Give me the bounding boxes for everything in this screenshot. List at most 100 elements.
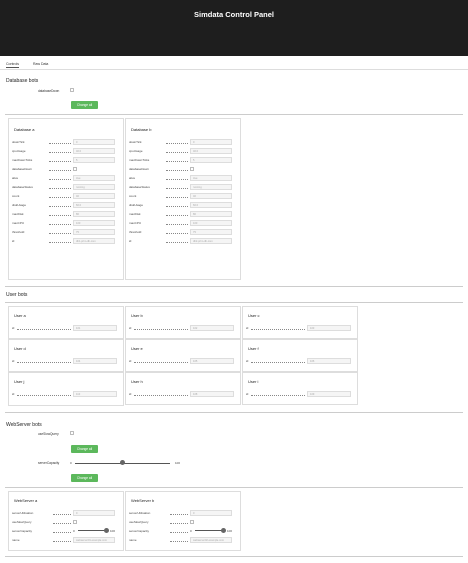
field-leader (134, 394, 188, 396)
field-leader (166, 178, 188, 180)
user-id-value[interactable]: 109 (307, 390, 351, 397)
field-leader (170, 540, 188, 542)
server-utilisation-value[interactable]: 0 (73, 509, 115, 516)
database-change-all-button[interactable]: Change all (71, 101, 98, 109)
user-field-row: id 101 (9, 324, 123, 332)
user-card: User i id 109 (242, 372, 358, 405)
field-value[interactable]: 60.0 (190, 201, 232, 208)
user-field-row: id 102 (126, 324, 240, 332)
server-capacity-slider[interactable] (78, 527, 109, 534)
database-field-row: databaseStatus running (126, 183, 240, 191)
field-value[interactable]: running (190, 183, 232, 190)
database-down-checkbox[interactable] (73, 166, 77, 171)
field-leader (166, 205, 188, 207)
use-slow-query-checkbox[interactable] (190, 519, 194, 524)
server-capacity-slider[interactable] (195, 527, 226, 534)
field-leader (49, 187, 71, 189)
field-value[interactable]: 40 (190, 192, 232, 199)
field-label: threshold (12, 229, 25, 234)
field-value[interactable]: running (73, 183, 115, 190)
capacity-max: 100 (227, 528, 233, 533)
field-value[interactable]: 0 (73, 138, 115, 145)
server-name-value[interactable]: webserver01.example.com (73, 536, 115, 543)
user-card-title: User d (14, 346, 26, 351)
field-value[interactable]: true (73, 174, 115, 181)
tab-raw-data[interactable]: Raw Data (33, 62, 48, 66)
user-id-value[interactable]: 103 (307, 324, 351, 331)
field-value[interactable]: 40.0 (73, 147, 115, 154)
field-value[interactable]: 0 (190, 138, 232, 145)
user-id-value[interactable]: 102 (190, 324, 234, 331)
field-value[interactable]: 80 (73, 210, 115, 217)
field-value[interactable]: 40 (73, 192, 115, 199)
webserver-field-row: name webserver01.example.com (9, 536, 123, 544)
field-value[interactable]: 75 (190, 228, 232, 235)
field-leader (53, 540, 71, 542)
field-label: maxDownTicks (129, 157, 150, 162)
field-value[interactable]: 100 (190, 219, 232, 226)
field-label: name (129, 537, 137, 542)
field-value[interactable]: db1-prim-db-com (73, 237, 115, 244)
field-label: id (129, 325, 132, 330)
user-card-title: User h (131, 379, 143, 384)
field-value[interactable]: 100 (73, 219, 115, 226)
capacity-max: 100 (110, 528, 116, 533)
user-id-value[interactable]: 110 (73, 390, 117, 397)
field-leader (49, 151, 71, 153)
database-down-all-checkbox[interactable] (70, 88, 74, 92)
field-leader (251, 394, 305, 396)
field-value[interactable]: 5 (190, 156, 232, 163)
field-leader (49, 178, 71, 180)
user-id-value[interactable]: 108 (190, 390, 234, 397)
user-card-title: User c (248, 313, 260, 318)
database-divider (5, 114, 463, 115)
field-value[interactable]: true (190, 174, 232, 181)
user-card: User e id 105 (125, 339, 241, 372)
app-header: Simdata Control Panel (0, 0, 468, 56)
field-label: id (12, 358, 15, 363)
field-value[interactable]: 75 (73, 228, 115, 235)
webserver-change-all-button-2[interactable]: Change all (71, 474, 98, 482)
slider-thumb[interactable] (120, 460, 125, 465)
database-field-row: diskUsage 60.0 (126, 201, 240, 209)
field-label: id (129, 358, 132, 363)
user-id-value[interactable]: 105 (190, 357, 234, 364)
user-id-value[interactable]: 106 (307, 357, 351, 364)
webserver-card: WebServer a serverUtilisation 0 useSlowQuer… (8, 491, 124, 551)
use-slow-query-all-checkbox[interactable] (70, 431, 74, 435)
field-leader (251, 328, 305, 330)
field-value[interactable]: db2-prim-db-com (190, 237, 232, 244)
webserver-card: WebServer b serverUtilisation 0 useSlowQuer… (125, 491, 241, 551)
database-field-row: alive true (9, 174, 123, 182)
user-card: User f id 106 (242, 339, 358, 372)
user-field-row: id 104 (9, 357, 123, 365)
slider-thumb[interactable] (104, 527, 109, 533)
tab-controls[interactable]: Controls (6, 62, 20, 68)
user-id-value[interactable]: 101 (73, 324, 117, 331)
database-card-title: Database b (131, 127, 152, 132)
webserver-change-all-button-1[interactable]: Change all (71, 445, 98, 453)
field-leader (251, 361, 305, 363)
user-id-value[interactable]: 104 (73, 357, 117, 364)
field-leader (170, 522, 188, 524)
slider-thumb[interactable] (221, 527, 226, 533)
database-bots-title: Database bots (6, 78, 39, 84)
database-down-checkbox[interactable] (190, 166, 194, 171)
server-name-value[interactable]: webserver02.example.com (190, 536, 232, 543)
server-capacity-all-slider[interactable] (75, 460, 170, 466)
field-value[interactable]: 40.0 (190, 147, 232, 154)
field-value[interactable]: 5 (73, 156, 115, 163)
database-field-row: threshold 75 (9, 228, 123, 236)
field-leader (53, 531, 71, 533)
database-field-row: databaseDown (9, 165, 123, 173)
user-card-title: User b (131, 313, 143, 318)
server-utilisation-value[interactable]: 0 (190, 509, 232, 516)
field-leader (49, 169, 71, 171)
field-value[interactable]: 80 (190, 210, 232, 217)
database-field-row: maxDisk 80 (9, 210, 123, 218)
field-label: id (12, 238, 15, 243)
webserver-field-row: name webserver02.example.com (126, 536, 240, 544)
use-slow-query-checkbox[interactable] (73, 519, 77, 524)
field-value[interactable]: 60.0 (73, 201, 115, 208)
field-leader (49, 142, 71, 144)
